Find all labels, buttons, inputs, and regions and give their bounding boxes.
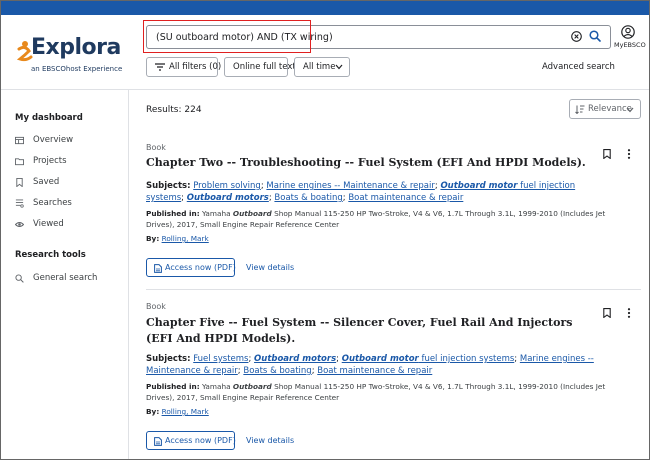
pdf-icon: [154, 437, 162, 446]
result-published-in: Published in: Yamaha Outboard Shop Manua…: [146, 382, 606, 402]
all-filters-label: All filters (0): [169, 62, 222, 72]
subject-link[interactable]: Boat maintenance & repair: [348, 193, 463, 203]
top-bar: [1, 1, 649, 15]
all-time-label: All time: [303, 62, 336, 72]
author-link[interactable]: Rolling, Mark: [162, 407, 209, 416]
sidebar-item-saved[interactable]: Saved: [15, 176, 125, 190]
subject-link[interactable]: Boats & boating: [274, 193, 342, 203]
all-filters-button[interactable]: All filters (0): [146, 57, 222, 77]
dashboard-heading: My dashboard: [15, 113, 83, 123]
sidebar-item-label: Projects: [33, 156, 67, 166]
sidebar-item-viewed[interactable]: Viewed: [15, 218, 125, 232]
bookmark-icon[interactable]: [603, 308, 611, 318]
subject-link[interactable]: Outboard motors: [254, 354, 336, 364]
sort-dropdown[interactable]: Relevance: [569, 99, 641, 119]
sidebar-item-label: Saved: [33, 177, 60, 187]
subject-link[interactable]: Marine engines -- Maintenance & repair: [266, 181, 434, 191]
subjects-label: Subjects:: [146, 181, 191, 191]
eye-icon: [15, 222, 24, 227]
chevron-down-icon: [626, 107, 634, 113]
brand-name: Explora: [31, 35, 121, 60]
view-details-link[interactable]: View details: [246, 263, 294, 272]
research-tools-heading: Research tools: [15, 250, 86, 260]
filter-icon: [155, 63, 165, 71]
result-published-in: Published in: Yamaha Outboard Shop Manua…: [146, 209, 606, 229]
subject-link[interactable]: Outboard motor fuel injection systems: [342, 354, 515, 364]
results-count: Results: 224: [146, 105, 202, 115]
folder-icon: [15, 158, 24, 166]
sidebar-item-label: General search: [33, 273, 98, 283]
chevron-down-icon: [335, 64, 343, 70]
subject-link[interactable]: Boats & boating: [243, 366, 311, 376]
subject-link[interactable]: Problem solving: [193, 181, 261, 191]
sidebar-item-general-search[interactable]: General search: [15, 272, 125, 286]
view-details-link[interactable]: View details: [246, 436, 294, 445]
sidebar-item-label: Searches: [33, 198, 72, 208]
subject-link[interactable]: Fuel systems: [193, 354, 248, 364]
result-divider: [146, 289, 641, 290]
all-time-dropdown[interactable]: All time: [294, 57, 350, 77]
access-now-pdf-button[interactable]: Access now (PDF): [146, 258, 236, 277]
bookmark-icon: [16, 178, 23, 187]
result-subjects: Subjects: Fuel systems; Outboard motors;…: [146, 354, 594, 376]
result-author: By: Rolling, Mark: [146, 407, 209, 416]
subjects-label: Subjects:: [146, 354, 191, 364]
result-title[interactable]: Chapter Two -- Troubleshooting -- Fuel S…: [146, 155, 586, 171]
sidebar-item-projects[interactable]: Projects: [15, 155, 125, 169]
subject-link[interactable]: Boat maintenance & repair: [317, 366, 432, 376]
more-options-icon[interactable]: [627, 308, 631, 318]
history-icon: [15, 199, 24, 208]
brand-tagline: an EBSCOhost Experience: [31, 65, 123, 73]
search-highlight-box: [143, 20, 311, 53]
subject-link[interactable]: Outboard motors: [187, 193, 269, 203]
sort-icon: [575, 105, 585, 114]
search-icon[interactable]: [589, 30, 601, 42]
online-full-text-button[interactable]: Online full text: [224, 57, 296, 77]
author-link[interactable]: Rolling, Mark: [162, 234, 209, 243]
pdf-icon: [154, 264, 162, 273]
sidebar-item-label: Overview: [33, 135, 74, 145]
overview-icon: [15, 136, 24, 145]
account-label[interactable]: MyEBSCO: [614, 41, 646, 49]
access-now-pdf-button[interactable]: Access now (PDF): [146, 431, 236, 450]
bookmark-icon[interactable]: [603, 149, 611, 159]
more-options-icon[interactable]: [627, 149, 631, 159]
result-author: By: Rolling, Mark: [146, 234, 209, 243]
advanced-search-link[interactable]: Advanced search: [542, 62, 615, 72]
sidebar-item-searches[interactable]: Searches: [15, 197, 125, 211]
sidebar: My dashboard Overview Projects Saved Sea…: [1, 90, 129, 459]
clear-search-icon[interactable]: [571, 31, 582, 42]
sidebar-item-overview[interactable]: Overview: [15, 134, 125, 148]
online-full-text-label: Online full text: [233, 62, 296, 72]
app-window: Explora an EBSCOhost Experience (SU outb…: [0, 0, 650, 460]
result-type: Book: [146, 143, 166, 152]
result-type: Book: [146, 302, 166, 311]
result-subjects: Subjects: Problem solving; Marine engine…: [146, 181, 576, 203]
result-title[interactable]: Chapter Five -- Fuel System -- Silencer …: [146, 315, 596, 347]
sidebar-item-label: Viewed: [33, 219, 64, 229]
search-icon: [15, 274, 24, 283]
account-icon[interactable]: [621, 25, 635, 39]
